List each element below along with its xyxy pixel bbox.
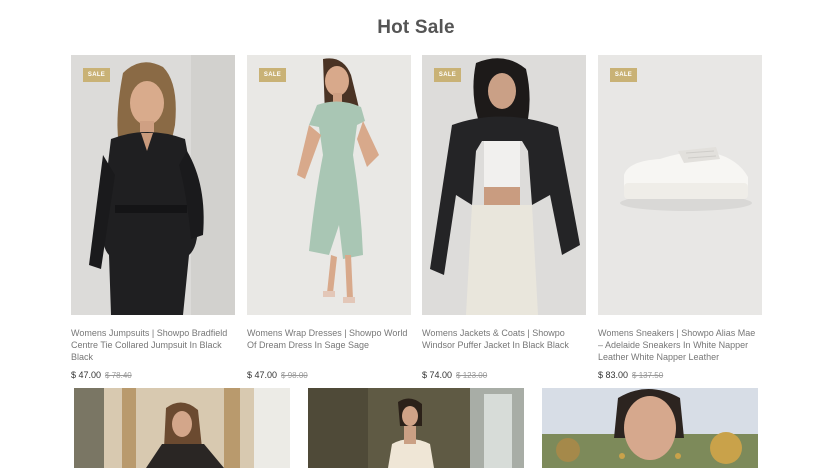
product-title[interactable]: Womens Sneakers | Showpo Alias Mae – Ade… xyxy=(598,327,762,363)
price-row: $ 74.00 $ 123.00 xyxy=(422,370,586,380)
product-image[interactable]: SALE xyxy=(598,55,762,315)
product-price: $ 83.00 xyxy=(598,370,629,380)
product-title[interactable]: Womens Jackets & Coats | Showpo Windsor … xyxy=(422,327,586,351)
original-price: $ 78.40 xyxy=(105,371,132,380)
product-title[interactable]: Womens Jumpsuits | Showpo Bradfield Cent… xyxy=(71,327,235,363)
product-card[interactable]: SALE Womens Sneakers | Showpo Alias Mae … xyxy=(598,55,762,380)
product-card[interactable]: SALE Womens Jumpsuits | Showpo Bradfield… xyxy=(71,55,235,380)
product-price: $ 47.00 xyxy=(247,370,278,380)
product-image[interactable] xyxy=(308,388,524,468)
product-image[interactable] xyxy=(542,388,758,468)
original-price: $ 137.50 xyxy=(632,371,664,380)
product-card[interactable]: SALE Womens Jackets & Coats | Showpo Win… xyxy=(422,55,586,380)
product-price: $ 47.00 xyxy=(71,370,102,380)
product-card[interactable]: SALE Womens Wrap Dresses | Showpo World … xyxy=(247,55,411,380)
original-price: $ 123.00 xyxy=(456,371,488,380)
sale-badge: SALE xyxy=(83,68,110,82)
product-image[interactable] xyxy=(74,388,290,468)
product-title[interactable]: Womens Wrap Dresses | Showpo World Of Dr… xyxy=(247,327,411,351)
sale-badge: SALE xyxy=(610,68,637,82)
product-image[interactable]: SALE xyxy=(247,55,411,315)
section-title: Hot Sale xyxy=(377,17,455,38)
product-image[interactable]: SALE xyxy=(71,55,235,315)
product-price: $ 74.00 xyxy=(422,370,453,380)
sale-badge: SALE xyxy=(259,68,286,82)
price-row: $ 47.00 $ 98.00 xyxy=(247,370,411,380)
original-price: $ 98.00 xyxy=(281,371,308,380)
price-row: $ 83.00 $ 137.50 xyxy=(598,370,762,380)
price-row: $ 47.00 $ 78.40 xyxy=(71,370,235,380)
product-image[interactable]: SALE xyxy=(422,55,586,315)
sale-badge: SALE xyxy=(434,68,461,82)
